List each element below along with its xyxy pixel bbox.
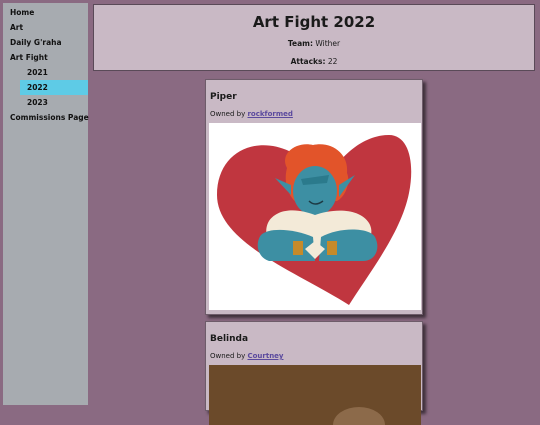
attacks-line: Attacks: 22 — [94, 57, 534, 67]
character-name: Belinda — [210, 334, 249, 344]
character-name: Piper — [210, 92, 237, 102]
owner-line: Owned by rockformed — [210, 109, 422, 119]
owner-link[interactable]: rockformed — [247, 110, 292, 118]
nav-home[interactable]: Home — [3, 5, 88, 20]
nav-2021[interactable]: 2021 — [3, 65, 88, 80]
page-header: Art Fight 2022 Team: Wither Attacks: 22 — [93, 4, 535, 71]
character-artwork[interactable] — [209, 365, 421, 425]
attacks-label: Attacks: — [290, 57, 326, 66]
heart-artwork — [209, 123, 421, 310]
page-title: Art Fight 2022 — [252, 13, 376, 31]
nav-art-fight[interactable]: Art Fight — [3, 50, 88, 65]
nav-daily-graha[interactable]: Daily G'raha — [3, 35, 88, 50]
character-card: Belinda Owned by Courtney — [205, 321, 423, 425]
sidebar: Home Art Daily G'raha Art Fight 2021 202… — [3, 3, 89, 405]
nav-art[interactable]: Art — [3, 20, 88, 35]
owner-line: Owned by Courtney — [210, 351, 422, 361]
attacks-value: 22 — [327, 57, 338, 66]
character-artwork-preview — [209, 365, 421, 425]
nav-commissions-page[interactable]: Commissions Page — [3, 110, 89, 125]
nav-2022[interactable]: 2022 — [20, 80, 88, 95]
character-card: Piper Owned by rockformed — [205, 79, 423, 315]
team-line: Team: Wither — [94, 39, 534, 49]
owned-by-label: Owned by — [210, 352, 246, 360]
team-label: Team: — [287, 39, 313, 48]
nav-2023[interactable]: 2023 — [3, 95, 88, 110]
owner-link[interactable]: Courtney — [247, 352, 283, 360]
character-artwork[interactable] — [209, 123, 421, 310]
owned-by-label: Owned by — [210, 110, 246, 118]
team-value: Wither — [315, 39, 341, 48]
